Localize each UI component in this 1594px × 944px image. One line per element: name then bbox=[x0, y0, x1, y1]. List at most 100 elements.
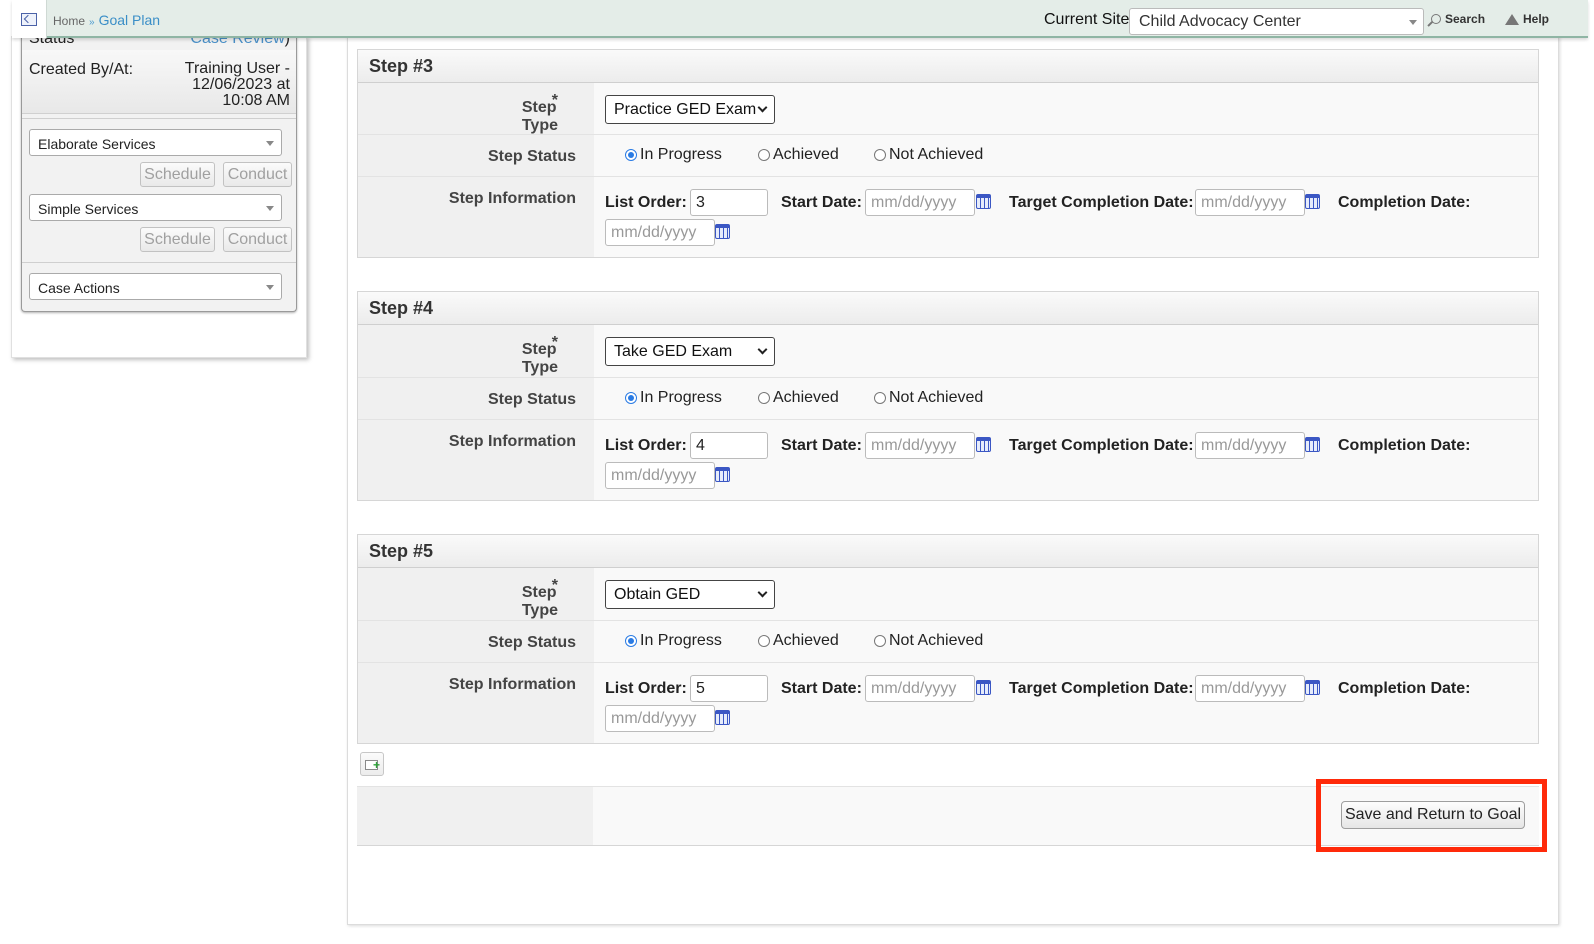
simple-schedule-button[interactable]: Schedule bbox=[140, 227, 215, 252]
breadcrumb-current[interactable]: Goal Plan bbox=[99, 12, 160, 28]
step-type-row: Step Type * Practice GED Exam bbox=[358, 83, 1538, 135]
status-achieved-option[interactable]: Achieved bbox=[758, 146, 839, 164]
calendar-icon[interactable] bbox=[1305, 194, 1320, 209]
list-order-input[interactable]: 4 bbox=[690, 432, 768, 459]
calendar-icon[interactable] bbox=[976, 437, 991, 452]
step-information-label: Step Information bbox=[448, 433, 576, 450]
created-by-user: Training User - bbox=[184, 60, 290, 77]
radio-selected-icon[interactable] bbox=[625, 635, 637, 647]
elaborate-conduct-button[interactable]: Conduct bbox=[223, 162, 292, 187]
completion-date-input[interactable]: mm/dd/yyyy bbox=[605, 705, 715, 732]
step-type-row: Step Type * Obtain GED bbox=[358, 568, 1538, 621]
collapse-menu-icon[interactable] bbox=[12, 0, 47, 38]
status-achieved-option[interactable]: Achieved bbox=[758, 389, 839, 407]
created-by-label: Created By/At: bbox=[29, 61, 134, 78]
current-site-label: Current Site bbox=[1044, 11, 1130, 28]
save-and-return-button[interactable]: Save and Return to Goal bbox=[1341, 801, 1525, 829]
chevron-down-icon bbox=[757, 587, 768, 598]
calendar-icon[interactable] bbox=[715, 224, 730, 239]
actions-label-cell bbox=[357, 787, 593, 845]
step-status-label: Step Status bbox=[487, 148, 576, 165]
case-summary-panel: Status Case Review) Created By/At: Train… bbox=[21, 36, 297, 312]
search-link[interactable]: Search bbox=[1431, 12, 1485, 26]
list-order-label: List Order: bbox=[605, 680, 687, 697]
completion-date-input[interactable]: mm/dd/yyyy bbox=[605, 462, 715, 489]
simple-services-value: Simple Services bbox=[38, 201, 139, 217]
status-not-achieved-option[interactable]: Not Achieved bbox=[874, 632, 983, 650]
step-type-value: Practice GED Exam bbox=[614, 101, 757, 118]
step-section-3: Step #3 Step Type * Practice GED Exam Ste… bbox=[357, 49, 1539, 258]
created-by-time: 10:08 AM bbox=[222, 92, 290, 109]
divider bbox=[22, 118, 296, 119]
calendar-icon[interactable] bbox=[715, 467, 730, 482]
step-status-label: Step Status bbox=[487, 634, 576, 651]
achieved-label: Achieved bbox=[773, 146, 839, 163]
chevron-down-icon bbox=[266, 285, 274, 290]
target-completion-date-label: Target Completion Date: bbox=[1009, 194, 1194, 211]
status-not-achieved-option[interactable]: Not Achieved bbox=[874, 389, 983, 407]
step-information-row: Step Information List Order: 3 Start Dat… bbox=[358, 177, 1538, 257]
calendar-icon[interactable] bbox=[715, 710, 730, 725]
search-icon bbox=[1431, 14, 1441, 24]
status-in-progress-option[interactable]: In Progress bbox=[625, 389, 722, 407]
start-date-input[interactable]: mm/dd/yyyy bbox=[865, 189, 975, 216]
target-completion-date-input[interactable]: mm/dd/yyyy bbox=[1195, 189, 1305, 216]
target-completion-date-input[interactable]: mm/dd/yyyy bbox=[1195, 675, 1305, 702]
step-title: Step #3 bbox=[358, 50, 1538, 83]
in-progress-label: In Progress bbox=[640, 389, 722, 406]
status-not-achieved-option[interactable]: Not Achieved bbox=[874, 146, 983, 164]
simple-conduct-button[interactable]: Conduct bbox=[223, 227, 292, 252]
step-type-value: Obtain GED bbox=[614, 586, 701, 603]
step-type-select[interactable]: Obtain GED bbox=[605, 580, 775, 609]
step-information-row: Step Information List Order: 5 Start Dat… bbox=[358, 663, 1538, 743]
current-site-select[interactable]: Child Advocacy Center bbox=[1129, 8, 1424, 35]
elaborate-schedule-button[interactable]: Schedule bbox=[140, 162, 215, 187]
calendar-icon[interactable] bbox=[976, 194, 991, 209]
simple-services-select[interactable]: Simple Services bbox=[29, 194, 282, 221]
step-type-select[interactable]: Practice GED Exam bbox=[605, 95, 775, 124]
created-by-row: Created By/At: Training User - 12/06/202… bbox=[22, 50, 296, 114]
start-date-label: Start Date: bbox=[781, 194, 862, 211]
target-completion-date-input[interactable]: mm/dd/yyyy bbox=[1195, 432, 1305, 459]
step-type-row: Step Type * Take GED Exam bbox=[358, 325, 1538, 378]
calendar-icon[interactable] bbox=[1305, 680, 1320, 695]
chevron-down-icon bbox=[757, 102, 768, 113]
list-order-input[interactable]: 3 bbox=[690, 189, 768, 216]
step-title: Step #4 bbox=[358, 292, 1538, 325]
radio-icon[interactable] bbox=[874, 392, 886, 404]
help-link[interactable]: Help bbox=[1505, 12, 1549, 26]
radio-icon[interactable] bbox=[874, 635, 886, 647]
status-in-progress-option[interactable]: In Progress bbox=[625, 146, 722, 164]
top-bar: Home » Goal Plan Current Site Child Advoca… bbox=[12, 0, 1588, 38]
calendar-icon[interactable] bbox=[1305, 437, 1320, 452]
list-order-label: List Order: bbox=[605, 437, 687, 454]
elaborate-services-select[interactable]: Elaborate Services bbox=[29, 129, 282, 156]
add-step-icon[interactable] bbox=[360, 752, 384, 776]
in-progress-label: In Progress bbox=[640, 632, 722, 649]
not-achieved-label: Not Achieved bbox=[889, 632, 984, 649]
radio-selected-icon[interactable] bbox=[625, 149, 637, 161]
breadcrumb-home-link[interactable]: Home bbox=[53, 14, 85, 28]
radio-icon[interactable] bbox=[758, 635, 770, 647]
radio-icon[interactable] bbox=[758, 392, 770, 404]
breadcrumb: Home » Goal Plan bbox=[53, 12, 160, 28]
start-date-input[interactable]: mm/dd/yyyy bbox=[865, 675, 975, 702]
required-mark: * bbox=[551, 92, 558, 109]
radio-icon[interactable] bbox=[874, 149, 886, 161]
calendar-icon[interactable] bbox=[976, 680, 991, 695]
radio-icon[interactable] bbox=[758, 149, 770, 161]
target-completion-date-label: Target Completion Date: bbox=[1009, 437, 1194, 454]
created-by-value: Training User - 12/06/2023 at 10:08 AM bbox=[185, 61, 290, 109]
step-section-5: Step #5 Step Type * Obtain GED Step Statu… bbox=[357, 534, 1539, 744]
status-in-progress-option[interactable]: In Progress bbox=[625, 632, 722, 650]
radio-selected-icon[interactable] bbox=[625, 392, 637, 404]
list-order-input[interactable]: 5 bbox=[690, 675, 768, 702]
case-actions-select[interactable]: Case Actions bbox=[29, 273, 282, 300]
completion-date-input[interactable]: mm/dd/yyyy bbox=[605, 219, 715, 246]
status-achieved-option[interactable]: Achieved bbox=[758, 632, 839, 650]
achieved-label: Achieved bbox=[773, 632, 839, 649]
not-achieved-label: Not Achieved bbox=[889, 146, 984, 163]
step-type-select[interactable]: Take GED Exam bbox=[605, 337, 775, 366]
list-order-label: List Order: bbox=[605, 194, 687, 211]
start-date-input[interactable]: mm/dd/yyyy bbox=[865, 432, 975, 459]
